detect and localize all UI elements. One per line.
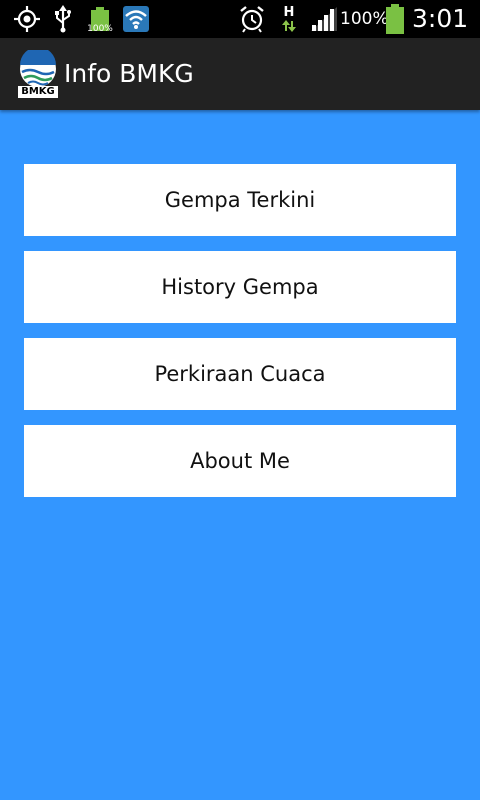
history-gempa-button[interactable]: History Gempa [24, 251, 456, 323]
hspa-data-icon: H [278, 0, 300, 38]
action-bar: BMKG Info BMKG [0, 38, 480, 110]
battery-percent: 100% [340, 9, 389, 29]
main-content: Gempa Terkini History Gempa Perkiraan Cu… [0, 110, 480, 800]
app-title: Info BMKG [64, 59, 194, 88]
bmkg-logo-text: BMKG [18, 86, 58, 98]
perkiraan-cuaca-button[interactable]: Perkiraan Cuaca [24, 338, 456, 410]
signal-icon [310, 0, 338, 38]
network-type-label: H [283, 5, 295, 20]
battery-icon [384, 0, 406, 38]
gempa-terkini-button[interactable]: Gempa Terkini [24, 164, 456, 236]
wifi-icon [122, 0, 150, 38]
gps-icon [12, 0, 42, 38]
clock: 3:01 [412, 4, 469, 33]
bmkg-logo[interactable]: BMKG [18, 47, 58, 100]
about-me-button[interactable]: About Me [24, 425, 456, 497]
usb-icon [50, 0, 76, 38]
battery-small-label: 100% [87, 24, 113, 34]
battery-small-icon: 100% [86, 0, 114, 38]
alarm-icon [238, 0, 266, 38]
status-bar: 100% H 100% 3:01 [0, 0, 480, 38]
